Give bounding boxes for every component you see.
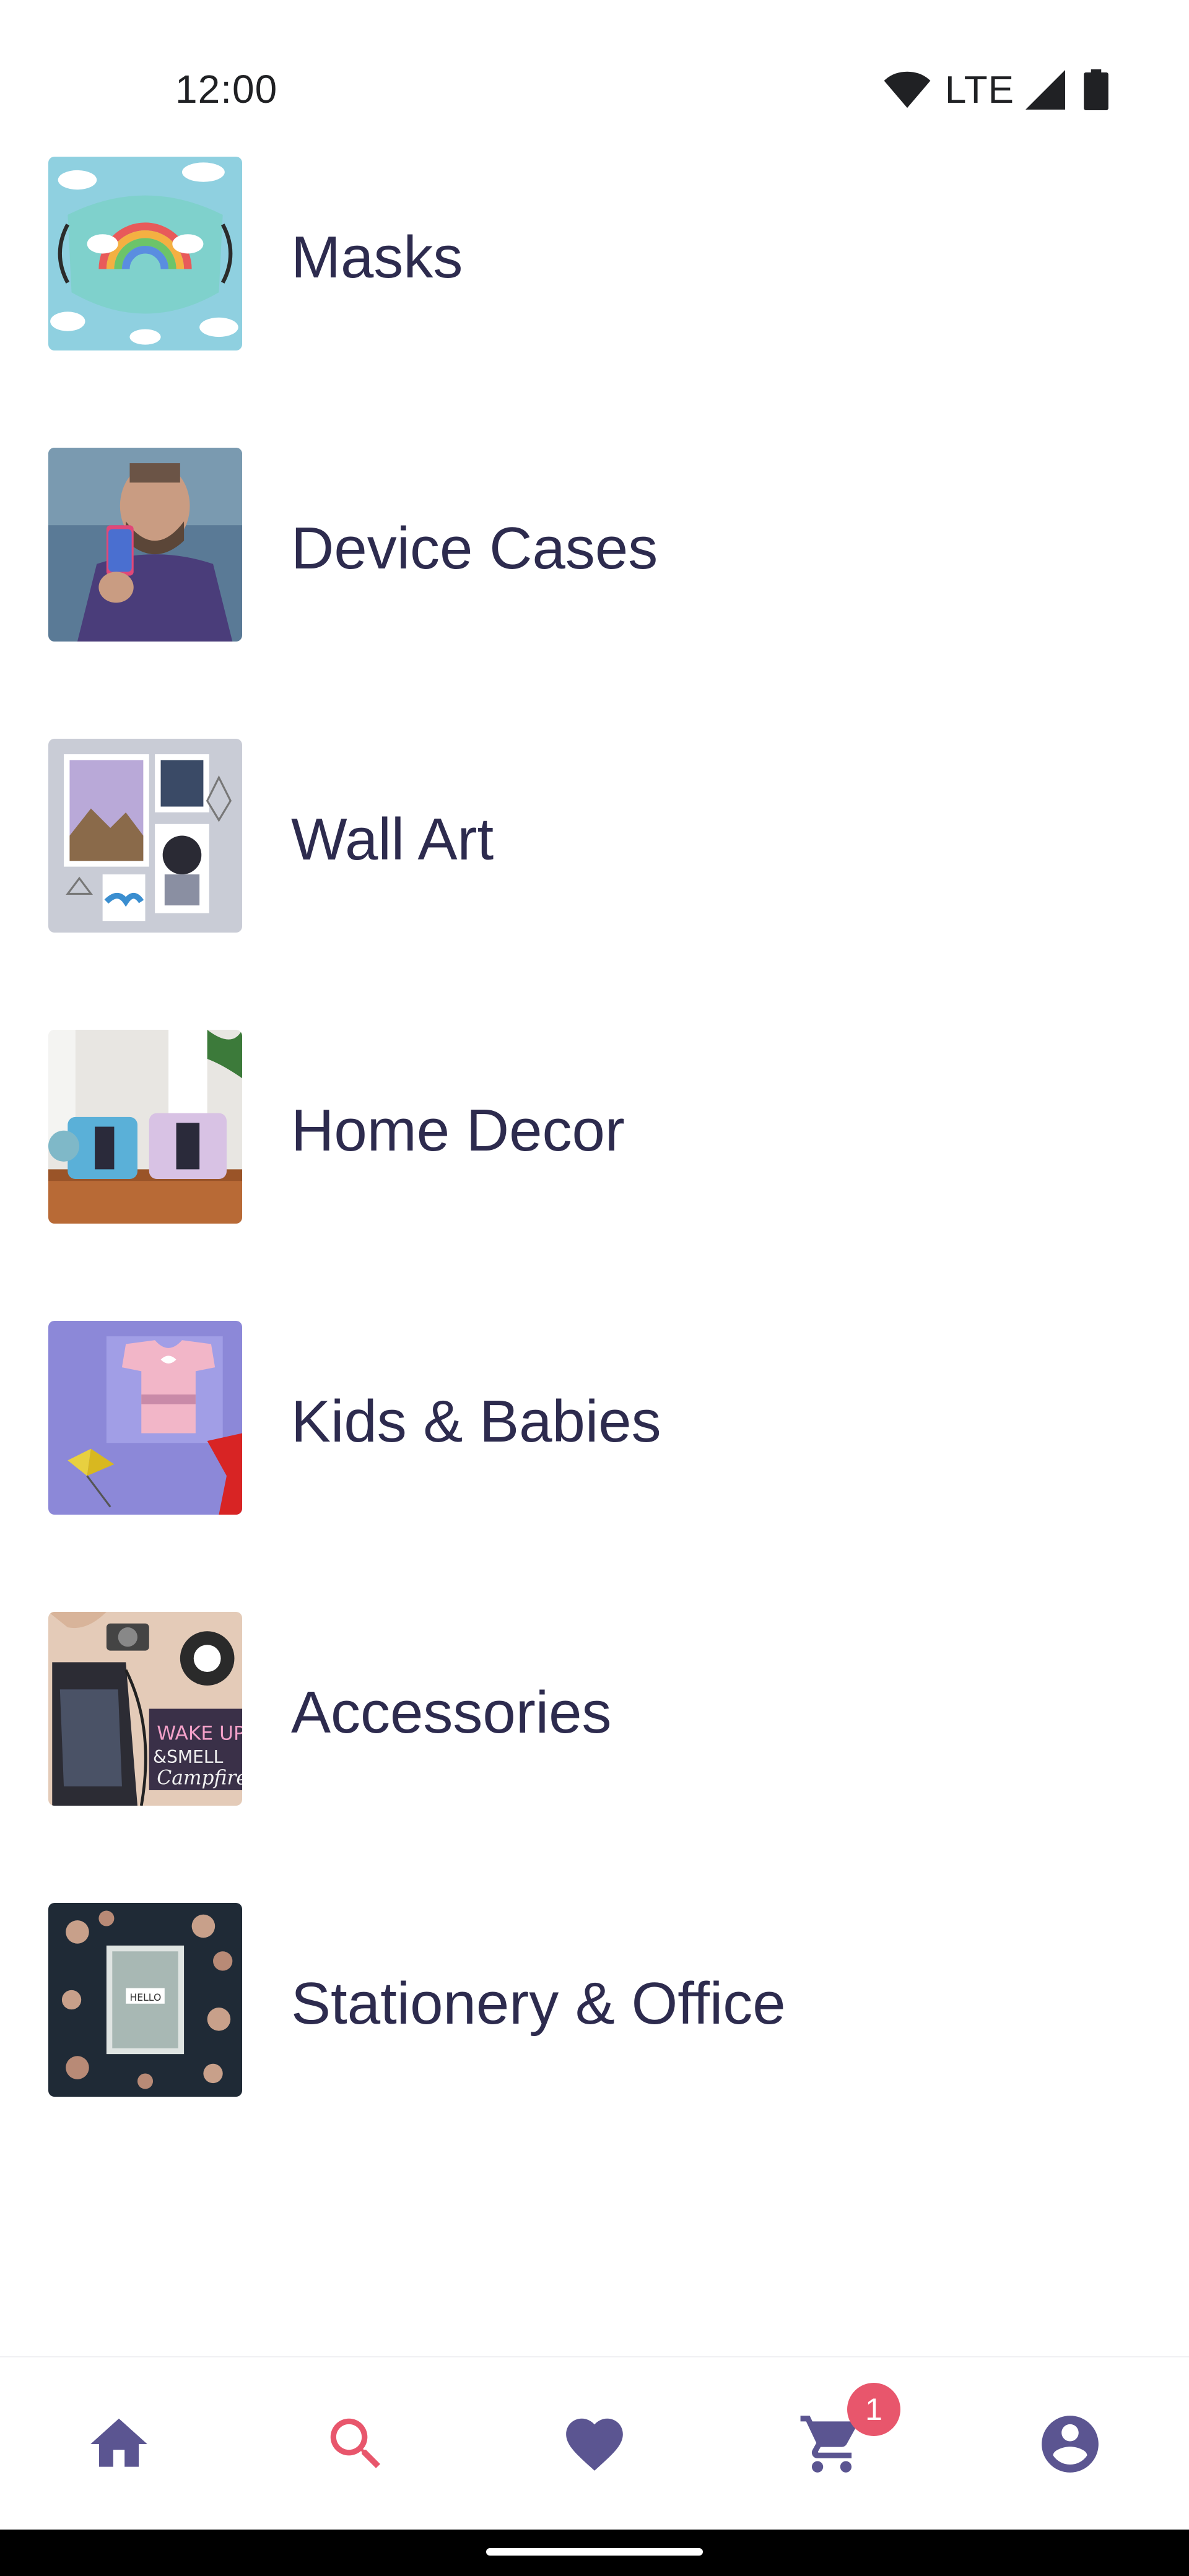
stationery-office-thumbnail: HELLO [48,1903,242,2097]
nav-search-button[interactable] [319,2407,393,2481]
category-item-wall-art[interactable]: Wall Art [0,739,1189,1030]
wifi-icon [884,71,931,108]
device-cases-thumbnail [48,448,242,642]
category-screen: 12:00 LTE Masks Device Cases Wall Art Ho… [0,0,1189,2576]
account-icon [1042,2416,1099,2473]
network-type: LTE [944,68,1014,111]
heart-icon [566,2418,623,2471]
status-bar: 12:00 LTE [0,0,1189,142]
bottom-navigation [0,2356,1189,2531]
cart-badge: 1 [847,2383,900,2436]
category-item-stationery-office[interactable]: HELLO Stationery & Office [0,1903,1189,2194]
home-icon [90,2418,147,2467]
category-label: Masks [291,224,463,290]
signal-icon [1026,70,1065,110]
nav-account-button[interactable] [1033,2407,1107,2481]
category-item-accessories[interactable]: WAKE UP &SMELL Campfire Accessories [0,1612,1189,1903]
svg-text:Campfire: Campfire [157,1767,242,1790]
nav-favorites-button[interactable] [557,2407,632,2481]
category-item-kids-babies[interactable]: Kids & Babies [0,1321,1189,1612]
svg-text:&SMELL: &SMELL [153,1747,224,1767]
search-icon [330,2418,380,2468]
home-indicator[interactable] [486,2548,703,2556]
masks-thumbnail [48,157,242,350]
category-label: Accessories [291,1679,612,1746]
category-label: Stationery & Office [291,1970,786,2037]
category-label: Wall Art [291,806,494,872]
svg-text:HELLO: HELLO [129,1991,161,2003]
wall-art-thumbnail [48,739,242,933]
svg-text:WAKE UP: WAKE UP [157,1723,242,1745]
nav-home-button[interactable] [82,2407,156,2481]
battery-icon [1084,69,1108,110]
category-list: Masks Device Cases Wall Art Home Decor K… [0,157,1189,2194]
category-item-masks[interactable]: Masks [0,157,1189,448]
home-decor-thumbnail [48,1030,242,1224]
category-label: Home Decor [291,1097,625,1164]
category-label: Kids & Babies [291,1388,661,1455]
category-label: Device Cases [291,515,658,581]
system-navigation-bar [0,2530,1189,2576]
category-item-device-cases[interactable]: Device Cases [0,448,1189,739]
accessories-thumbnail: WAKE UP &SMELL Campfire [48,1612,242,1806]
status-time: 12:00 [175,67,278,111]
status-icons: LTE [883,68,1108,111]
kids-babies-thumbnail [48,1321,242,1515]
category-item-home-decor[interactable]: Home Decor [0,1030,1189,1321]
